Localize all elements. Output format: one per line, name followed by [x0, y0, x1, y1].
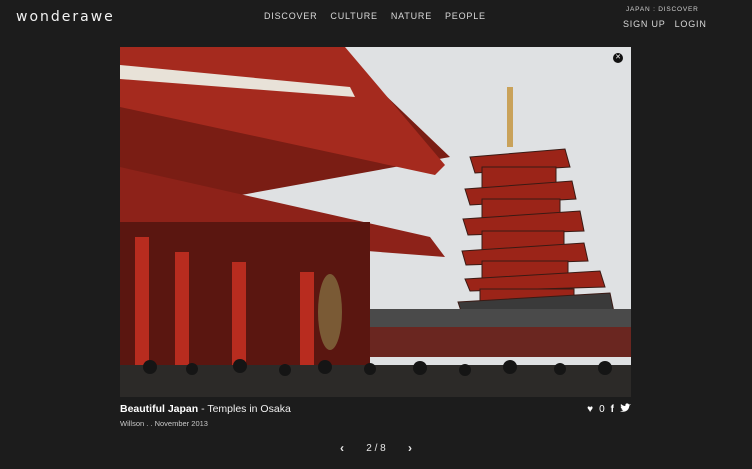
- chevron-right-icon[interactable]: ›: [408, 441, 412, 455]
- auth-links: SIGN UP LOGIN: [623, 19, 707, 29]
- photo-title: Beautiful Japan - Temples in Osaka: [120, 403, 631, 415]
- page-indicator: 2 / 8: [366, 442, 386, 454]
- main-nav: DISCOVER CULTURE NATURE PEOPLE: [264, 11, 486, 21]
- heart-icon[interactable]: ♥: [587, 404, 593, 415]
- site-logo[interactable]: wonderawe: [16, 9, 115, 25]
- nav-nature[interactable]: NATURE: [391, 11, 432, 21]
- login-link[interactable]: LOGIN: [675, 19, 707, 29]
- chevron-left-icon[interactable]: ‹: [340, 441, 344, 455]
- nav-discover[interactable]: DISCOVER: [264, 11, 317, 21]
- close-icon[interactable]: ✕: [613, 53, 623, 63]
- photo-title-rest: - Temples in Osaka: [198, 403, 291, 415]
- breadcrumb: JAPAN : DISCOVER: [626, 6, 699, 13]
- like-count: 0: [599, 403, 605, 415]
- nav-people[interactable]: PEOPLE: [445, 11, 486, 21]
- signup-link[interactable]: SIGN UP: [623, 19, 666, 29]
- twitter-icon[interactable]: [620, 403, 631, 415]
- pagination: ‹ 2 / 8 ›: [340, 441, 412, 455]
- photo-caption: Beautiful Japan - Temples in Osaka Wills…: [120, 403, 631, 428]
- photo-title-bold: Beautiful Japan: [120, 403, 199, 415]
- photo-meta: Willson . . November 2013: [120, 419, 208, 428]
- facebook-icon[interactable]: f: [611, 404, 614, 415]
- photo-viewer[interactable]: [120, 47, 631, 397]
- social-actions: ♥ 0 f: [587, 403, 631, 415]
- nav-culture[interactable]: CULTURE: [330, 11, 377, 21]
- top-navigation-bar: wonderawe DISCOVER CULTURE NATURE PEOPLE…: [0, 0, 752, 34]
- temple-photo: [120, 47, 631, 397]
